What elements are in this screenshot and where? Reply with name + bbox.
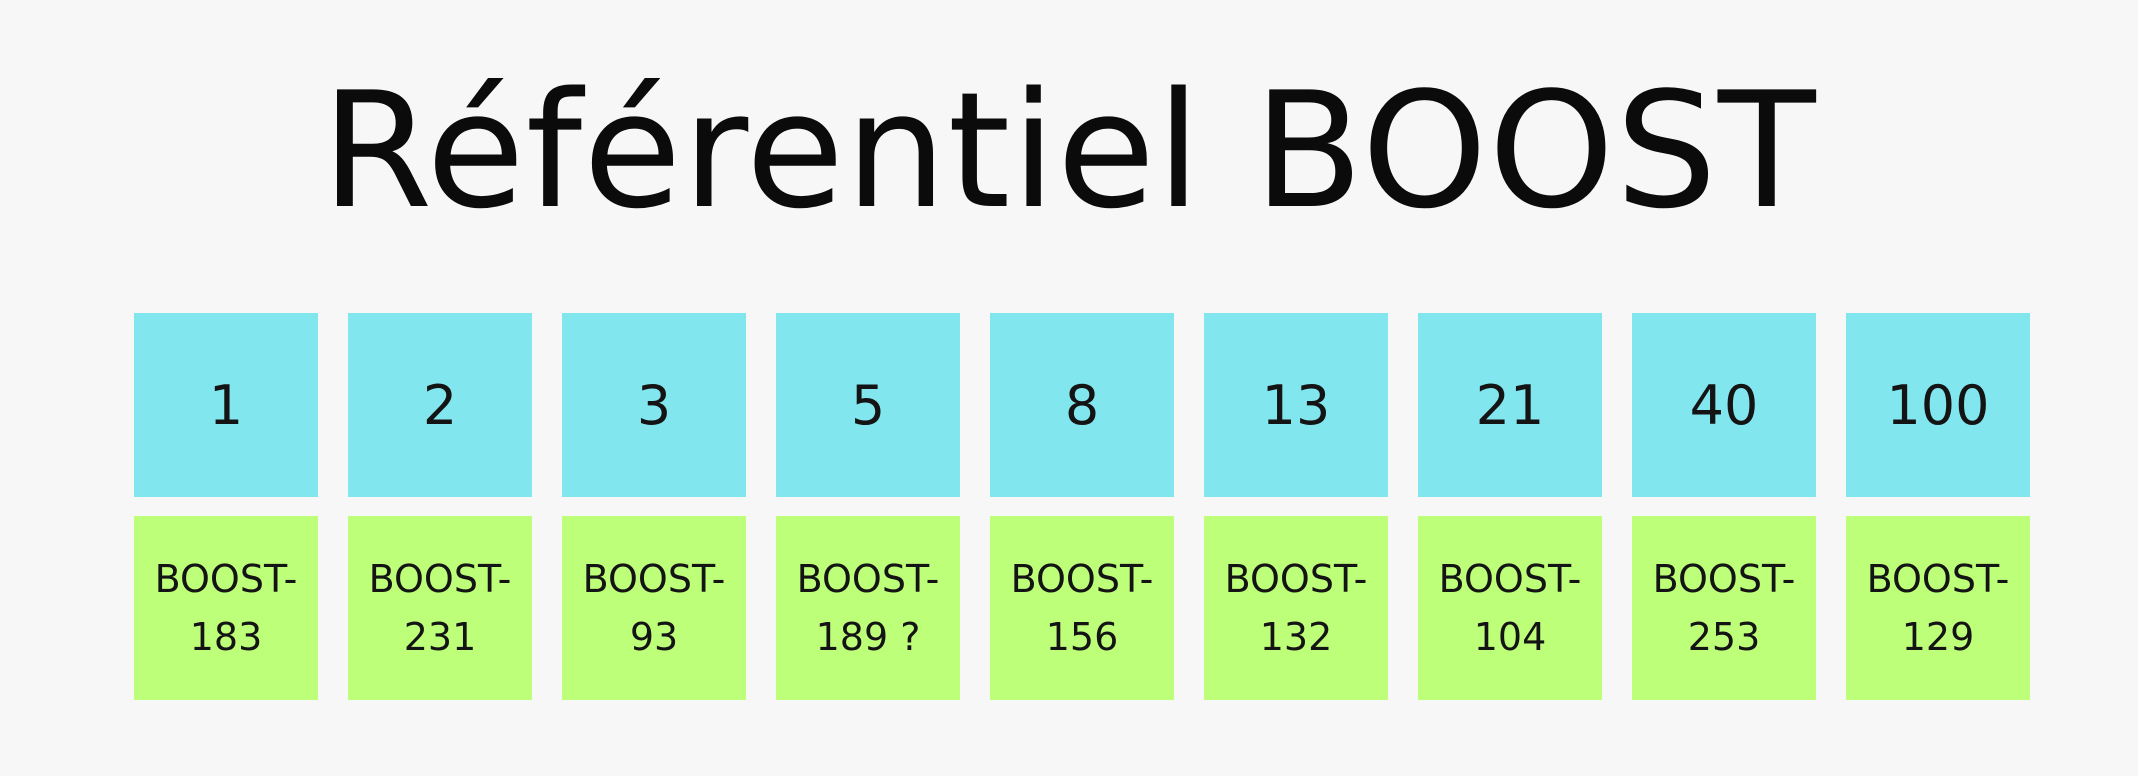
story-card: BOOST- 189 ? (776, 516, 960, 700)
story-card: BOOST- 93 (562, 516, 746, 700)
points-card: 13 (1204, 313, 1388, 497)
reference-column-6: 13 BOOST- 132 (1204, 313, 1388, 700)
story-card: BOOST- 129 (1846, 516, 2030, 700)
reference-column-4: 5 BOOST- 189 ? (776, 313, 960, 700)
points-card: 3 (562, 313, 746, 497)
points-card: 40 (1632, 313, 1816, 497)
reference-column-9: 100 BOOST- 129 (1846, 313, 2030, 700)
points-card: 21 (1418, 313, 1602, 497)
reference-column-5: 8 BOOST- 156 (990, 313, 1174, 700)
points-card: 2 (348, 313, 532, 497)
reference-column-3: 3 BOOST- 93 (562, 313, 746, 700)
reference-column-2: 2 BOOST- 231 (348, 313, 532, 700)
reference-grid: 1 BOOST- 183 2 BOOST- 231 3 BOOST- 93 5 … (134, 313, 2030, 700)
reference-column-7: 21 BOOST- 104 (1418, 313, 1602, 700)
points-card: 8 (990, 313, 1174, 497)
story-card: BOOST- 231 (348, 516, 532, 700)
points-card: 100 (1846, 313, 2030, 497)
points-card: 1 (134, 313, 318, 497)
reference-column-8: 40 BOOST- 253 (1632, 313, 1816, 700)
story-card: BOOST- 156 (990, 516, 1174, 700)
story-card: BOOST- 104 (1418, 516, 1602, 700)
story-card: BOOST- 253 (1632, 516, 1816, 700)
story-card: BOOST- 183 (134, 516, 318, 700)
reference-column-1: 1 BOOST- 183 (134, 313, 318, 700)
page-title: Référentiel BOOST (321, 57, 1817, 244)
story-card: BOOST- 132 (1204, 516, 1388, 700)
points-card: 5 (776, 313, 960, 497)
